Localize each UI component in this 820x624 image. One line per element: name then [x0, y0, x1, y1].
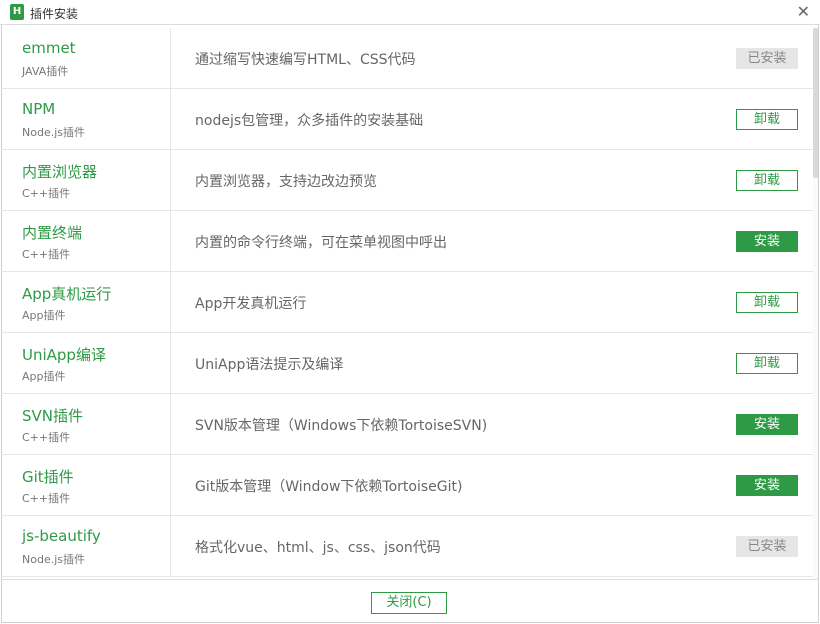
- install-button[interactable]: 安装: [736, 414, 798, 435]
- plugin-description: App开发真机运行: [195, 296, 307, 312]
- plugin-info-cell: emmet JAVA插件: [1, 28, 171, 89]
- plugin-info-cell: Git插件 C++插件: [1, 455, 171, 516]
- plugin-row: 内置浏览器 C++插件 内置浏览器，支持边改边预览 卸载: [1, 150, 813, 211]
- plugin-row: NPM Node.js插件 nodejs包管理，众多插件的安装基础 卸载: [1, 89, 813, 150]
- plugin-row: SVN插件 C++插件 SVN版本管理（Windows下依赖TortoiseSV…: [1, 394, 813, 455]
- plugin-info-cell: 内置浏览器 C++插件: [1, 150, 171, 211]
- plugin-category: App插件: [22, 370, 66, 383]
- installed-button[interactable]: 已安装: [736, 48, 798, 69]
- plugin-category: C++插件: [22, 492, 71, 505]
- plugin-info-cell: 内置终端 C++插件: [1, 211, 171, 272]
- plugin-info-cell: js-beautify Node.js插件: [1, 516, 171, 577]
- uninstall-button[interactable]: 卸载: [736, 353, 798, 374]
- close-icon[interactable]: ✕: [797, 2, 810, 21]
- plugin-description: Git版本管理（Window下依赖TortoiseGit): [195, 479, 463, 495]
- plugin-row: js-beautify Node.js插件 格式化vue、html、js、css…: [1, 516, 813, 577]
- installed-button[interactable]: 已安装: [736, 536, 798, 557]
- close-button[interactable]: 关闭(C): [371, 592, 447, 614]
- uninstall-button[interactable]: 卸载: [736, 109, 798, 130]
- window-title: 插件安装: [30, 7, 79, 21]
- plugin-description: 格式化vue、html、js、css、json代码: [195, 540, 441, 556]
- plugin-name: 内置浏览器: [22, 163, 98, 181]
- scrollbar-thumb[interactable]: [813, 28, 818, 178]
- plugin-category: Node.js插件: [22, 553, 85, 566]
- plugin-name: App真机运行: [22, 285, 112, 303]
- plugin-row: UniApp编译 App插件 UniApp语法提示及编译 卸载: [1, 333, 813, 394]
- plugin-category: App插件: [22, 309, 66, 322]
- plugin-description: 内置的命令行终端，可在菜单视图中呼出: [195, 235, 447, 251]
- plugin-info-cell: App真机运行 App插件: [1, 272, 171, 333]
- title-bar: H 插件安装 ✕: [0, 0, 820, 25]
- plugin-row: emmet JAVA插件 通过缩写快速编写HTML、CSS代码 已安装: [1, 28, 813, 89]
- plugin-name: NPM: [22, 100, 56, 118]
- plugin-category: C++插件: [22, 431, 71, 444]
- plugin-info-cell: UniApp编译 App插件: [1, 333, 171, 394]
- plugin-description: 通过缩写快速编写HTML、CSS代码: [195, 52, 416, 68]
- footer-divider: [1, 579, 819, 580]
- plugin-name: UniApp编译: [22, 346, 106, 364]
- uninstall-button[interactable]: 卸载: [736, 170, 798, 191]
- plugin-name: emmet: [22, 39, 76, 57]
- plugin-name: SVN插件: [22, 407, 84, 425]
- plugin-description: 内置浏览器，支持边改边预览: [195, 174, 377, 190]
- plugin-description: nodejs包管理，众多插件的安装基础: [195, 113, 424, 129]
- install-button[interactable]: 安装: [736, 231, 798, 252]
- uninstall-button[interactable]: 卸载: [736, 292, 798, 313]
- plugin-category: JAVA插件: [22, 65, 69, 78]
- plugin-description: UniApp语法提示及编译: [195, 357, 344, 373]
- plugin-name: js-beautify: [22, 527, 101, 545]
- plugin-list: emmet JAVA插件 通过缩写快速编写HTML、CSS代码 已安装 NPM …: [1, 28, 813, 579]
- app-icon: H: [10, 4, 24, 20]
- plugin-category: C++插件: [22, 248, 71, 261]
- plugin-info-cell: NPM Node.js插件: [1, 89, 171, 150]
- plugin-info-cell: SVN插件 C++插件: [1, 394, 171, 455]
- plugin-name: 内置终端: [22, 224, 83, 242]
- plugin-row: 内置终端 C++插件 内置的命令行终端，可在菜单视图中呼出 安装: [1, 211, 813, 272]
- plugin-category: C++插件: [22, 187, 71, 200]
- plugin-row: App真机运行 App插件 App开发真机运行 卸载: [1, 272, 813, 333]
- plugin-description: SVN版本管理（Windows下依赖TortoiseSVN): [195, 418, 488, 434]
- scrollbar[interactable]: [813, 28, 818, 579]
- plugin-row: Git插件 C++插件 Git版本管理（Window下依赖TortoiseGit…: [1, 455, 813, 516]
- plugin-name: Git插件: [22, 468, 74, 486]
- plugin-category: Node.js插件: [22, 126, 85, 139]
- install-button[interactable]: 安装: [736, 475, 798, 496]
